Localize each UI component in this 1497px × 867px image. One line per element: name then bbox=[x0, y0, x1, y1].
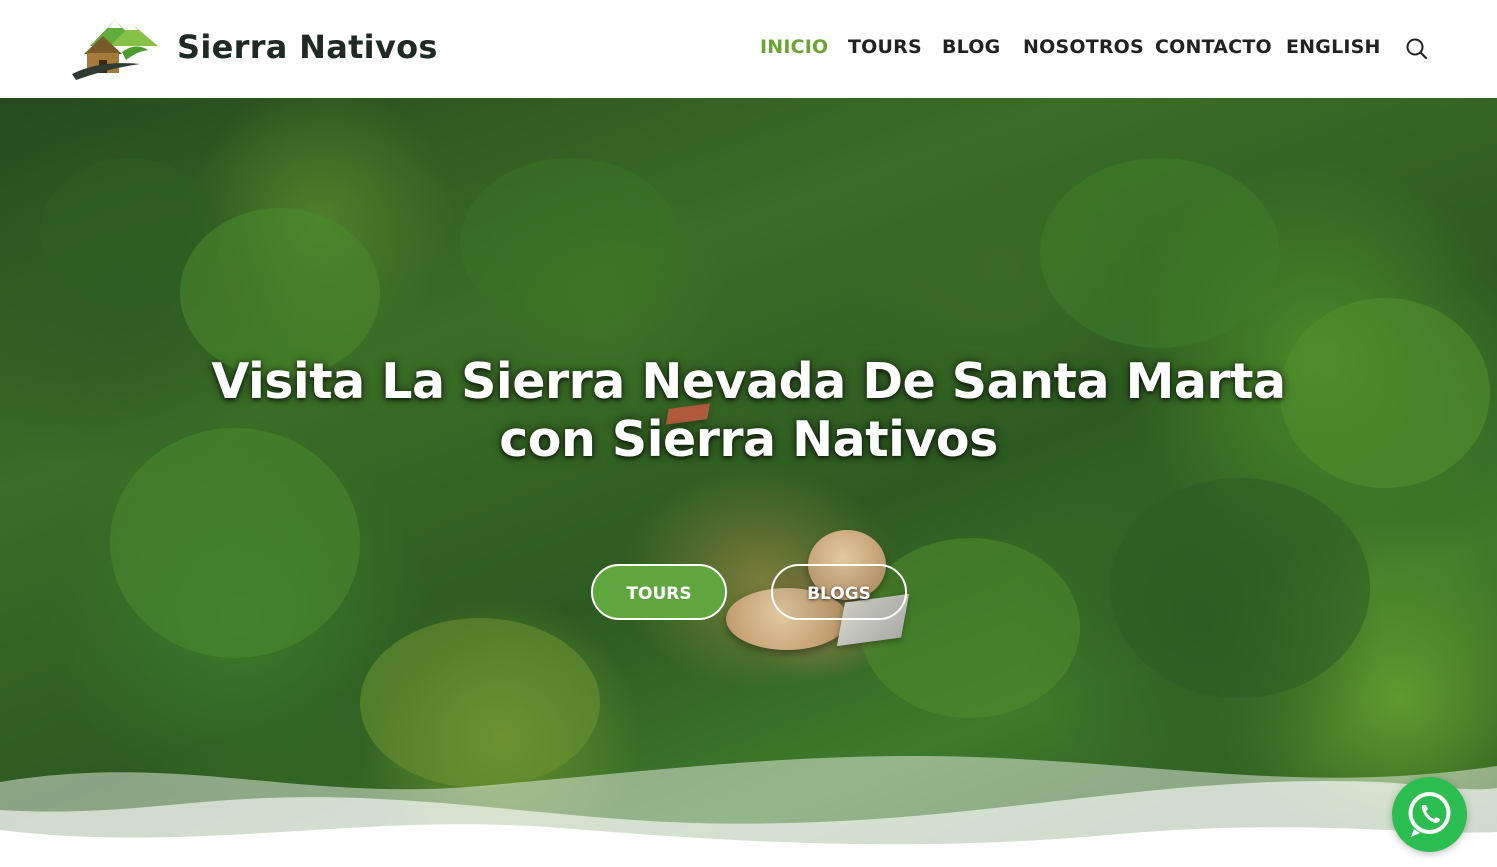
main-nav: INICIO TOURS BLOG NOSOTROS CONTACTO ENGL… bbox=[0, 36, 1497, 62]
nav-item-inicio[interactable]: INICIO bbox=[760, 36, 828, 58]
hero-section: Visita La Sierra Nevada De Santa Marta c… bbox=[0, 98, 1497, 867]
nav-item-nosotros[interactable]: NOSOTROS bbox=[1023, 36, 1144, 58]
search-icon bbox=[1406, 38, 1428, 60]
canopy-shape bbox=[1110, 478, 1370, 698]
nav-item-english[interactable]: ENGLISH bbox=[1286, 36, 1381, 58]
canopy-shape bbox=[460, 158, 680, 328]
search-button[interactable] bbox=[1404, 36, 1430, 62]
nav-item-contacto[interactable]: CONTACTO bbox=[1155, 36, 1272, 58]
nav-item-tours[interactable]: TOURS bbox=[848, 36, 922, 58]
site-header: Sierra Nativos INICIO TOURS BLOG NOSOTRO… bbox=[0, 0, 1497, 98]
canopy-shape bbox=[1040, 158, 1280, 348]
tours-button[interactable]: TOURS bbox=[591, 564, 727, 620]
hero-bottom-wave bbox=[0, 756, 1497, 867]
nav-item-blog[interactable]: BLOG bbox=[942, 36, 1000, 58]
hero-title-line1: Visita La Sierra Nevada De Santa Marta bbox=[211, 353, 1286, 410]
hero-title: Visita La Sierra Nevada De Santa Marta c… bbox=[0, 353, 1497, 469]
whatsapp-icon bbox=[1408, 792, 1451, 837]
hero-title-line2: con Sierra Nativos bbox=[499, 411, 998, 468]
blogs-button[interactable]: BLOGS bbox=[771, 564, 907, 620]
whatsapp-button[interactable] bbox=[1392, 777, 1467, 852]
